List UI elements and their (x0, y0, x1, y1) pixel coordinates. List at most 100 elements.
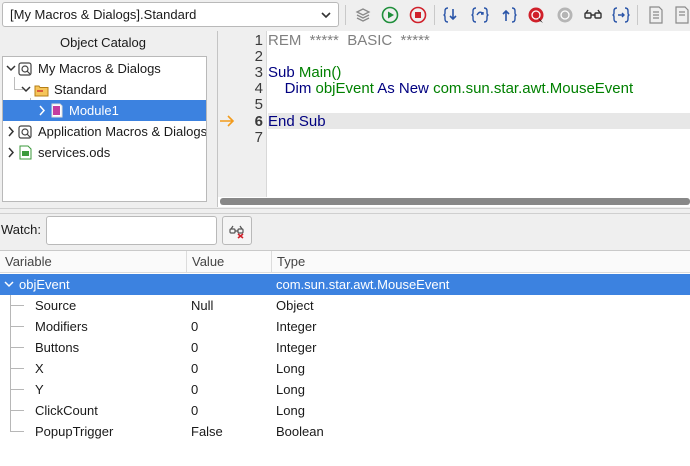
insert-source-icon (649, 6, 663, 24)
watch-type: Object (276, 298, 314, 313)
identifier-main: Main() (298, 64, 342, 81)
manage-breakpoints-button[interactable] (553, 3, 577, 27)
watch-row[interactable]: Y 0 Long (0, 379, 690, 400)
stop-icon (409, 6, 427, 24)
step-out-button[interactable] (496, 3, 520, 27)
watch-row[interactable]: Buttons 0 Integer (0, 337, 690, 358)
keyword-as-new: As New (373, 80, 434, 97)
watch-value: 0 (191, 361, 199, 376)
run-button[interactable] (378, 3, 402, 27)
watch-variable: Modifiers (35, 319, 88, 334)
chevron-right-icon[interactable] (6, 142, 16, 169)
identifier-type: com.sun.star.awt.MouseEvent (433, 80, 634, 97)
comment-text: ***** BASIC ***** (301, 32, 430, 49)
spreadsheet-icon (19, 145, 32, 166)
tree-node-application-macros[interactable]: Application Macros & Dialogs (3, 121, 206, 142)
keyword-end-sub: End Sub (268, 113, 326, 130)
watch-value: 0 (191, 403, 199, 418)
remove-watch-button[interactable] (222, 216, 252, 245)
line-number: 7 (254, 129, 263, 146)
watch-row-parent[interactable]: objEvent com.sun.star.awt.MouseEvent (0, 274, 690, 295)
find-parentheses-icon (612, 7, 630, 23)
watch-type: Long (276, 382, 305, 397)
object-catalog-title: Object Catalog (60, 35, 146, 50)
tree-line (10, 410, 24, 411)
tree-node-module1[interactable]: Module1 (3, 100, 206, 121)
watch-variable: Buttons (35, 340, 80, 355)
line-number: 3 (254, 64, 263, 81)
tree-node-standard[interactable]: Standard (3, 79, 206, 100)
tree-line (10, 305, 24, 306)
breakpoint-icon (528, 7, 544, 23)
current-line-arrow-icon (220, 115, 235, 127)
watch-input[interactable] (46, 216, 217, 245)
watch-label: Watch: (1, 222, 41, 237)
tree-node-my-macros[interactable]: My Macros & Dialogs (3, 58, 206, 79)
watch-variable: X (35, 361, 44, 376)
macro-library-button[interactable] (351, 3, 375, 27)
chevron-down-icon (321, 12, 331, 19)
step-over-button[interactable] (468, 3, 492, 27)
step-over-icon (471, 7, 489, 23)
column-header-type[interactable]: Type (272, 251, 690, 273)
horizontal-scrollbar[interactable] (220, 198, 690, 205)
watch-button[interactable] (581, 3, 605, 27)
library-select-value: [My Macros & Dialogs].Standard (10, 7, 197, 22)
watch-value: 0 (191, 319, 199, 334)
watch-row[interactable]: PopupTrigger False Boolean (0, 421, 690, 442)
insert-source-button[interactable] (644, 3, 668, 27)
watch-row[interactable]: Modifiers 0 Integer (0, 316, 690, 337)
save-source-button[interactable] (670, 3, 690, 27)
code-editor[interactable]: 1 2 3 4 5 6 7 REM ***** BASIC ***** Sub … (217, 31, 690, 207)
line-number: 2 (254, 48, 263, 65)
watch-variable: ClickCount (35, 403, 98, 418)
tree-node-label: My Macros & Dialogs (38, 61, 161, 76)
pane-splitter[interactable] (0, 208, 690, 214)
watch-type: Long (276, 361, 305, 376)
watch-value: 0 (191, 340, 199, 355)
step-out-icon (502, 7, 517, 23)
library-select[interactable]: [My Macros & Dialogs].Standard (2, 2, 339, 27)
breakpoint-button[interactable] (524, 3, 548, 27)
comment-keyword: REM (268, 32, 302, 49)
tree-line (10, 368, 24, 369)
tree-node-label: Standard (54, 82, 107, 97)
toolbar: [My Macros & Dialogs].Standard (0, 0, 690, 30)
column-header-value[interactable]: Value (187, 251, 272, 273)
keyword-sub: Sub (268, 64, 299, 81)
code-line-3: Sub Main() (268, 65, 341, 81)
line-number-column: 1 2 3 4 5 6 7 (237, 31, 267, 197)
toolbar-separator (345, 5, 346, 25)
identifier-objevent: objEvent (315, 80, 374, 97)
tree-line (10, 326, 24, 327)
watch-variable: objEvent (19, 277, 70, 292)
watch-value: Null (191, 298, 214, 313)
breakpoint-off-icon (557, 7, 573, 23)
object-catalog-tree[interactable]: My Macros & Dialogs Standard Module1 App… (2, 56, 207, 202)
line-number: 1 (254, 32, 263, 49)
watch-variable: PopupTrigger (35, 424, 114, 439)
find-parentheses-button[interactable] (609, 3, 633, 27)
step-into-button[interactable] (440, 3, 464, 27)
watch-row[interactable]: ClickCount 0 Long (0, 400, 690, 421)
code-area[interactable]: REM ***** BASIC ***** Sub Main() Dim obj… (268, 31, 690, 197)
tree-node-label: Application Macros & Dialogs (38, 124, 207, 139)
watch-row[interactable]: Source Null Object (0, 295, 690, 316)
tree-node-services-ods[interactable]: services.ods (3, 142, 206, 163)
column-header-variable[interactable]: Variable (0, 251, 187, 273)
tree-line (10, 347, 24, 348)
watch-icon (584, 9, 602, 19)
line-number: 4 (254, 80, 263, 97)
watch-table[interactable]: Variable Value Type objEvent com.sun.sta… (0, 250, 690, 466)
run-icon (381, 6, 399, 24)
watch-row[interactable]: X 0 Long (0, 358, 690, 379)
tree-line (10, 389, 24, 390)
code-line-6: End Sub (268, 114, 326, 130)
tree-node-label: services.ods (38, 145, 111, 160)
macro-library-icon (355, 8, 371, 22)
tree-node-label: Module1 (69, 103, 119, 118)
stop-button[interactable] (406, 3, 430, 27)
watch-variable: Y (35, 382, 44, 397)
watch-table-header: Variable Value Type (0, 251, 690, 273)
save-source-icon (675, 6, 689, 24)
